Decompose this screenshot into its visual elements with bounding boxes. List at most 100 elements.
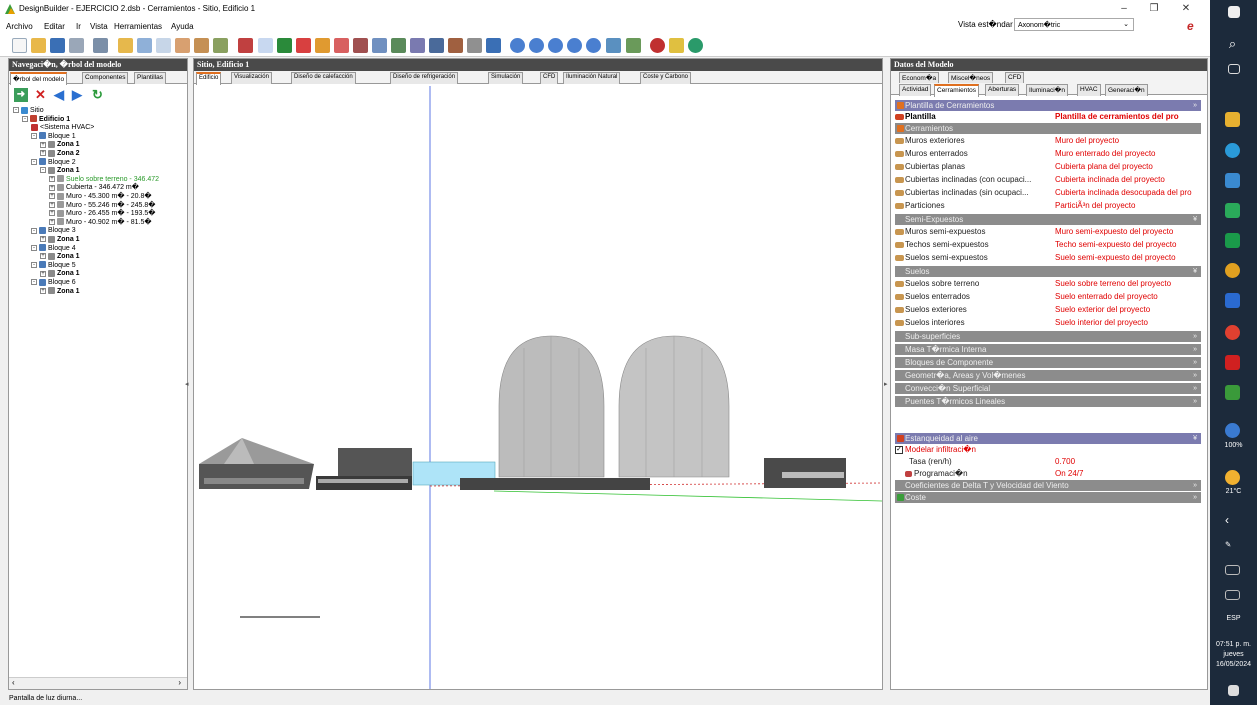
help-browser-icon[interactable]: e	[1187, 19, 1194, 33]
open-folder-icon[interactable]	[31, 38, 46, 53]
modelar-checkbox[interactable]: ✓	[895, 446, 903, 454]
expand-toggle-icon[interactable]: +	[49, 218, 55, 225]
component-icon[interactable]	[194, 38, 209, 53]
ca-icon[interactable]	[688, 38, 703, 53]
mirror-icon[interactable]	[391, 38, 406, 53]
plantilla-row[interactable]: Plantilla Plantilla de cerramientos del …	[895, 111, 1201, 123]
expand-toggle-icon[interactable]: +	[40, 236, 46, 243]
cerr-row[interactable]: Muros enterrados Muro enterrado del proye…	[895, 148, 1201, 160]
zoom-window-icon[interactable]	[586, 38, 601, 53]
windows-start-icon[interactable]	[1228, 6, 1240, 18]
section-collapsed[interactable]: Bloques de Componente »	[895, 357, 1201, 368]
expand-toggle-icon[interactable]: +	[49, 193, 55, 200]
tasa-row[interactable]: Tasa (ren/h) 0.700	[895, 456, 1201, 468]
section-coste[interactable]: Coste »	[895, 492, 1201, 503]
3d-viewport[interactable]	[194, 86, 883, 689]
suelos-row[interactable]: Suelos sobre terreno Suelo sobre terreno …	[895, 278, 1201, 290]
close-button[interactable]: ✕	[1172, 2, 1200, 16]
display-icon[interactable]	[1225, 590, 1240, 600]
keyboard-icon[interactable]	[1225, 565, 1240, 575]
tab-generacion[interactable]: Generaci�n	[1105, 84, 1148, 96]
zoom-out-icon[interactable]	[548, 38, 563, 53]
section-coeficientes[interactable]: Coeficientes de Delta T y Velocidad del …	[895, 480, 1201, 491]
expand-toggle-icon[interactable]: +	[49, 210, 55, 217]
pdf-reader-icon[interactable]	[1225, 355, 1240, 370]
tab-aberturas[interactable]: Aberturas	[985, 84, 1020, 96]
section-collapsed[interactable]: Masa T�rmica Interna »	[895, 344, 1201, 355]
app-square-icon[interactable]	[1225, 293, 1240, 308]
menu-herramientas[interactable]: Herramientas	[114, 22, 162, 31]
tab-heating-design[interactable]: Diseño de calefacción	[291, 72, 356, 84]
expand-toggle-icon[interactable]: -	[40, 167, 46, 174]
chevron-left-icon[interactable]: ‹	[1225, 513, 1240, 528]
tasa-value[interactable]: 0.700	[1055, 456, 1201, 468]
semi-row[interactable]: Techos semi-expuestos Techo semi-expuesto…	[895, 239, 1201, 251]
tape-icon[interactable]	[448, 38, 463, 53]
expand-toggle-icon[interactable]: -	[13, 107, 19, 114]
expand-toggle-icon[interactable]: -	[31, 279, 37, 286]
clock-time[interactable]: 07:51 p. m.	[1210, 641, 1257, 648]
weather-icon[interactable]	[1225, 470, 1240, 485]
tab-iluminacion[interactable]: Iluminaci�n	[1026, 84, 1068, 96]
tab-cooling-design[interactable]: Diseño de refrigeración	[390, 72, 459, 84]
cerr-row[interactable]: Cubiertas inclinadas (sin ocupaci... Cubi…	[895, 187, 1201, 199]
section-cerramientos[interactable]: Cerramientos	[895, 123, 1201, 134]
forward-arrow-icon[interactable]: ▶	[72, 88, 86, 102]
pen-icon[interactable]: ✎	[1225, 540, 1240, 555]
semi-row[interactable]: Muros semi-expuestos Muro semi-expuesto d…	[895, 226, 1201, 238]
menu-editar[interactable]: Editar	[44, 22, 65, 31]
collapse-right-icon[interactable]: ▸	[884, 380, 888, 388]
expand-toggle-icon[interactable]: +	[40, 150, 46, 157]
edge-icon[interactable]	[1225, 143, 1240, 158]
file-explorer-icon[interactable]	[1225, 112, 1240, 127]
tab-cerramientos[interactable]: Cerramientos	[934, 84, 980, 97]
section-estanqueidad[interactable]: Estanqueidad al aire ¥	[895, 433, 1201, 444]
section-plantilla[interactable]: Plantilla de Cerramientos »	[895, 100, 1201, 111]
paint-icon[interactable]	[238, 38, 253, 53]
menu-vista[interactable]: Vista	[90, 22, 108, 31]
minimize-button[interactable]: –	[1110, 2, 1138, 16]
cerr-row[interactable]: Cubiertas planas Cubierta plana del proye…	[895, 161, 1201, 173]
chrome-icon[interactable]	[1225, 263, 1240, 278]
collapse-left-icon[interactable]: ◂	[185, 380, 189, 388]
expand-toggle-icon[interactable]: -	[31, 132, 37, 139]
heart-tool-icon[interactable]	[296, 38, 311, 53]
search-icon[interactable]: ⌕	[1225, 36, 1240, 51]
tab-hvac[interactable]: HVAC	[1077, 84, 1101, 96]
stretch-icon[interactable]	[410, 38, 425, 53]
zoom-in-icon[interactable]	[529, 38, 544, 53]
tab-visualization[interactable]: Visualización	[231, 72, 272, 84]
section-semi-expuestos[interactable]: Semi-Expuestos ¥	[895, 214, 1201, 225]
paint-roller-icon[interactable]	[486, 38, 501, 53]
back-arrow-icon[interactable]: ◀	[54, 88, 68, 102]
maximize-button[interactable]: ❐	[1140, 2, 1168, 16]
partition-icon[interactable]	[175, 38, 190, 53]
refresh-icon[interactable]: ↻	[92, 88, 106, 102]
expand-toggle-icon[interactable]: -	[31, 227, 37, 234]
menu-ir[interactable]: Ir	[76, 22, 81, 31]
edit-icon[interactable]	[93, 38, 108, 53]
report-icon[interactable]	[626, 38, 641, 53]
suelos-row[interactable]: Suelos enterrados Suelo enterrado del pro…	[895, 291, 1201, 303]
task-view-icon[interactable]	[1228, 64, 1240, 74]
app-c2-icon[interactable]	[1225, 233, 1240, 248]
tab-components[interactable]: Componentes	[82, 72, 129, 84]
screenshot-icon[interactable]	[606, 38, 621, 53]
expand-toggle-icon[interactable]: +	[40, 270, 46, 277]
expand-toggle-icon[interactable]: +	[49, 184, 55, 191]
menu-archivo[interactable]: Archivo	[6, 22, 33, 31]
store-icon[interactable]	[1225, 173, 1240, 188]
horizontal-scrollbar[interactable]: ‹ ›	[9, 677, 187, 689]
section-suelos[interactable]: Suelos ¥	[895, 266, 1201, 277]
help-icon[interactable]	[1225, 423, 1240, 438]
search-icon[interactable]	[650, 38, 665, 53]
certify-icon[interactable]	[669, 38, 684, 53]
tab-daylighting[interactable]: Iluminación Natural	[563, 72, 621, 84]
view-selector-dropdown[interactable]: Axonom�tric ⌄	[1014, 18, 1134, 31]
chrome-profile-icon[interactable]	[1225, 325, 1240, 340]
rotate-icon[interactable]	[372, 38, 387, 53]
expand-toggle-icon[interactable]: +	[49, 201, 55, 208]
tab-cost-carbon[interactable]: Coste y Carbono	[640, 72, 692, 84]
tree-item-zone[interactable]: + Zona 1	[40, 287, 80, 296]
app-c-icon[interactable]	[1225, 203, 1240, 218]
